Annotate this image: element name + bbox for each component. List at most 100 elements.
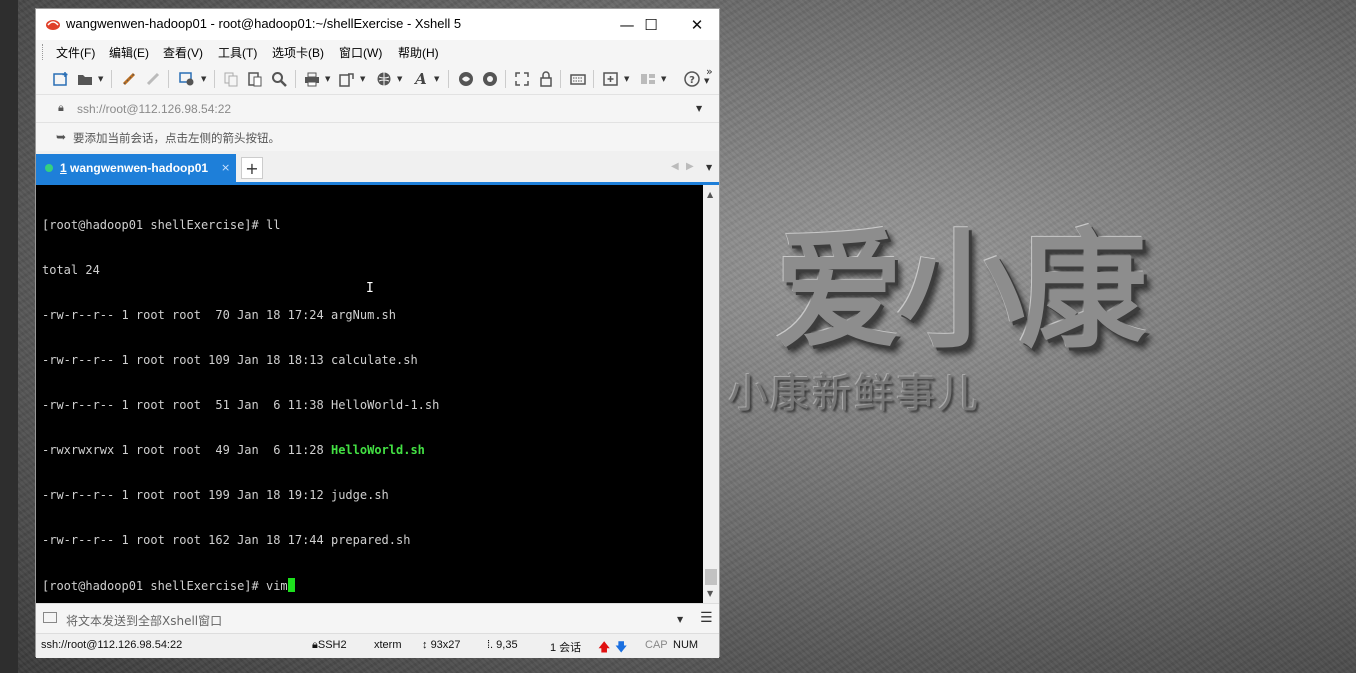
menu-file[interactable]: 文件(F) [56, 44, 95, 61]
executable-filename: HelloWorld.sh [330, 443, 425, 457]
connected-status-icon [45, 164, 53, 172]
toolbar-separator [560, 70, 561, 88]
compose-bar: 将文本发送到全部Xshell窗口 ▼ ☰ [36, 603, 719, 634]
download-arrow-icon: 🡇 [615, 640, 628, 654]
xftp-icon[interactable] [457, 70, 475, 88]
connect-icon[interactable] [120, 70, 138, 88]
font-dropdown-icon[interactable]: ▼ [434, 75, 439, 83]
maximize-button[interactable]: ☐ [628, 9, 674, 40]
terminal-line: [root@hadoop01 shellExercise]# ll [42, 218, 281, 232]
menu-tools[interactable]: 工具(T) [218, 44, 257, 61]
disconnect-icon[interactable] [144, 70, 162, 88]
scroll-down-icon[interactable]: ▼ [707, 589, 713, 598]
help-dropdown-icon[interactable]: ▼ [704, 77, 709, 85]
toolbar: ▼ ▼ ▼ ▼ ▼ A ▼ ▼ ▼ ? ▼ » [36, 64, 719, 94]
terminal-scrollbar[interactable]: ▲ ▼ [703, 185, 719, 603]
compose-input[interactable]: 将文本发送到全部Xshell窗口 [66, 612, 222, 629]
upload-arrow-icon: 🡅 [598, 640, 611, 654]
title-bar[interactable]: wangwenwen-hadoop01 - root@hadoop01:~/sh… [36, 9, 719, 40]
keyboard-icon[interactable] [569, 70, 587, 88]
print-dropdown-icon[interactable]: ▼ [325, 75, 330, 83]
status-caps-lock: CAP [645, 639, 668, 651]
menu-bar: 文件(F) 编辑(E) 查看(V) 工具(T) 选项卡(B) 窗口(W) 帮助(… [36, 40, 719, 64]
properties-icon[interactable] [178, 70, 196, 88]
status-cursor-position: ⁞. 9,35 [487, 639, 518, 651]
font-icon[interactable]: A [412, 70, 430, 88]
terminal-line: -rw-r--r-- 1 root root 109 Jan 18 18:13 … [42, 353, 418, 367]
new-session-icon[interactable] [52, 70, 70, 88]
toolbar-separator [295, 70, 296, 88]
desktop-left-edge [0, 0, 18, 673]
menu-grip [42, 44, 45, 60]
toolbar-separator [505, 70, 506, 88]
compose-window-icon [43, 612, 57, 623]
tab-scroll-left-icon[interactable]: ◀ [671, 161, 679, 172]
status-size: ↕ 93x27 [422, 639, 461, 651]
cursor-position-icon: ⁞. [487, 639, 497, 651]
tab-list-dropdown-icon[interactable]: ▼ [706, 163, 712, 172]
status-terminal-type: xterm [374, 639, 402, 651]
toolbar-separator [214, 70, 215, 88]
tab-scroll-right-icon[interactable]: ▶ [686, 161, 694, 172]
wallpaper-slogan: 小康新鲜事儿 [728, 371, 980, 417]
copy-icon[interactable] [222, 70, 240, 88]
print-icon[interactable] [303, 70, 321, 88]
xshell-logo-icon [46, 20, 60, 30]
size-icon: ↕ [422, 639, 431, 651]
lock-icon[interactable] [537, 70, 555, 88]
fullscreen-icon[interactable] [513, 70, 531, 88]
address-bar: 🔒︎ ssh://root@112.126.98.54:22 ▼ [36, 94, 719, 123]
transfer-icon[interactable] [338, 70, 356, 88]
globe-dropdown-icon[interactable]: ▼ [397, 75, 402, 83]
compose-dropdown-icon[interactable]: ▼ [677, 615, 683, 624]
transfer-dropdown-icon[interactable]: ▼ [360, 75, 365, 83]
paste-icon[interactable] [246, 70, 264, 88]
status-sessions: 1 会话 [550, 642, 582, 654]
status-num-lock: NUM [673, 639, 699, 651]
address-input[interactable]: ssh://root@112.126.98.54:22 [77, 102, 231, 116]
close-button[interactable]: ✕ [674, 9, 720, 40]
xshell-icon[interactable] [481, 70, 499, 88]
open-folder-icon[interactable] [76, 70, 94, 88]
terminal-prompt: [root@hadoop01 shellExercise]# vim [42, 579, 288, 593]
terminal-line: -rw-r--r-- 1 root root 51 Jan 6 11:38 He… [42, 398, 440, 412]
svg-text:?: ? [689, 75, 695, 86]
terminal-line-prefix: -rwxrwxrwx 1 root root 49 Jan 6 11:28 [42, 443, 331, 457]
text-ibeam-cursor-icon: I [366, 281, 374, 296]
toolbar-separator [448, 70, 449, 88]
help-icon[interactable]: ? [683, 70, 701, 88]
menu-help[interactable]: 帮助(H) [398, 44, 439, 61]
layout-dropdown-icon[interactable]: ▼ [661, 75, 666, 83]
menu-tabs[interactable]: 选项卡(B) [272, 44, 324, 61]
window-title: wangwenwen-hadoop01 - root@hadoop01:~/sh… [66, 16, 462, 31]
wallpaper-logo: 爱小康 [775, 217, 1147, 366]
menu-edit[interactable]: 编辑(E) [109, 44, 149, 61]
add-tab-button[interactable]: + [241, 157, 263, 179]
globe-icon[interactable] [375, 70, 393, 88]
compose-menu-icon[interactable]: ☰ [700, 610, 713, 626]
new-tab-icon[interactable] [602, 70, 620, 88]
terminal-output: [root@hadoop01 shellExercise]# ll total … [42, 188, 439, 603]
address-dropdown-icon[interactable]: ▼ [696, 104, 702, 113]
toolbar-separator [593, 70, 594, 88]
terminal-line: -rw-r--r-- 1 root root 70 Jan 18 17:24 a… [42, 308, 397, 322]
tab-bar: 1 wangwenwen-hadoop01 × + ◀ ▶ ▼ [36, 154, 719, 182]
tab-session-1[interactable]: 1 wangwenwen-hadoop01 × [36, 154, 236, 182]
terminal-cursor [287, 578, 295, 592]
toolbar-overflow-icon[interactable]: » [706, 65, 713, 78]
terminal-screen[interactable]: [root@hadoop01 shellExercise]# ll total … [36, 185, 703, 603]
tab-close-icon[interactable]: × [221, 161, 230, 174]
scrollbar-thumb[interactable] [705, 569, 717, 585]
new-tab-dropdown-icon[interactable]: ▼ [624, 75, 629, 83]
properties-dropdown-icon[interactable]: ▼ [201, 75, 206, 83]
xshell-window: wangwenwen-hadoop01 - root@hadoop01:~/sh… [35, 8, 720, 658]
terminal-line: total 24 [42, 263, 100, 277]
status-protocol: 🔒︎SSH2 [312, 639, 347, 651]
add-session-arrow-icon[interactable]: ➥ [56, 130, 66, 144]
open-dropdown-icon[interactable]: ▼ [98, 75, 103, 83]
menu-view[interactable]: 查看(V) [163, 44, 203, 61]
menu-window[interactable]: 窗口(W) [339, 44, 382, 61]
find-icon[interactable] [270, 70, 288, 88]
layout-icon[interactable] [639, 70, 657, 88]
scroll-up-icon[interactable]: ▲ [707, 190, 713, 199]
